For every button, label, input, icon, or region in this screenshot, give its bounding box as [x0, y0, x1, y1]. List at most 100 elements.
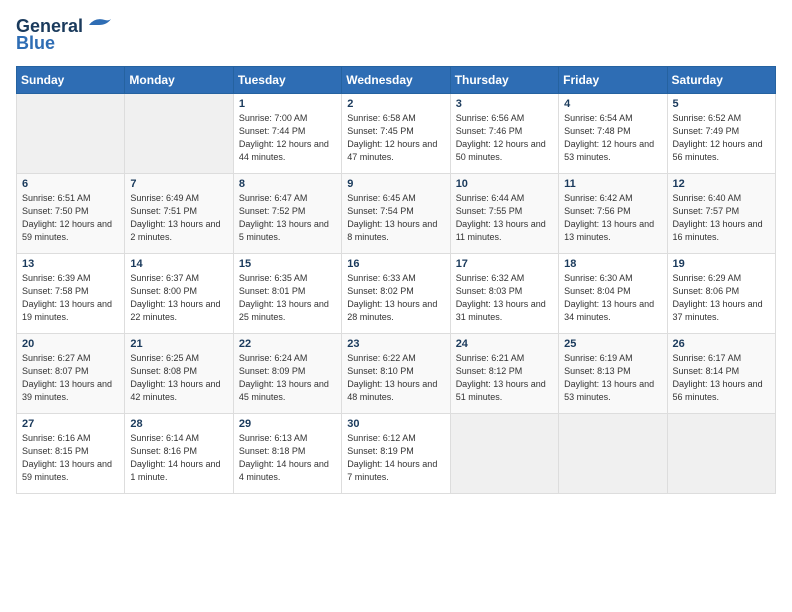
weekday-header-wednesday: Wednesday — [342, 67, 450, 94]
day-info: Sunrise: 6:32 AMSunset: 8:03 PMDaylight:… — [456, 273, 546, 322]
day-number: 12 — [673, 178, 770, 190]
weekday-header-saturday: Saturday — [667, 67, 775, 94]
calendar-cell: 29 Sunrise: 6:13 AMSunset: 8:18 PMDaylig… — [233, 414, 341, 494]
calendar-table: SundayMondayTuesdayWednesdayThursdayFrid… — [16, 66, 776, 494]
calendar-cell: 20 Sunrise: 6:27 AMSunset: 8:07 PMDaylig… — [17, 334, 125, 414]
calendar-cell: 26 Sunrise: 6:17 AMSunset: 8:14 PMDaylig… — [667, 334, 775, 414]
day-info: Sunrise: 6:13 AMSunset: 8:18 PMDaylight:… — [239, 433, 329, 482]
calendar-cell — [667, 414, 775, 494]
calendar-cell: 4 Sunrise: 6:54 AMSunset: 7:48 PMDayligh… — [559, 94, 667, 174]
calendar-cell: 6 Sunrise: 6:51 AMSunset: 7:50 PMDayligh… — [17, 174, 125, 254]
calendar-cell: 28 Sunrise: 6:14 AMSunset: 8:16 PMDaylig… — [125, 414, 233, 494]
day-number: 26 — [673, 338, 770, 350]
day-number: 25 — [564, 338, 661, 350]
calendar-cell: 16 Sunrise: 6:33 AMSunset: 8:02 PMDaylig… — [342, 254, 450, 334]
day-info: Sunrise: 6:58 AMSunset: 7:45 PMDaylight:… — [347, 113, 437, 162]
weekday-header-tuesday: Tuesday — [233, 67, 341, 94]
calendar-cell: 30 Sunrise: 6:12 AMSunset: 8:19 PMDaylig… — [342, 414, 450, 494]
calendar-cell: 13 Sunrise: 6:39 AMSunset: 7:58 PMDaylig… — [17, 254, 125, 334]
day-info: Sunrise: 6:37 AMSunset: 8:00 PMDaylight:… — [130, 273, 220, 322]
day-number: 23 — [347, 338, 444, 350]
calendar-cell: 9 Sunrise: 6:45 AMSunset: 7:54 PMDayligh… — [342, 174, 450, 254]
day-number: 11 — [564, 178, 661, 190]
calendar-cell: 12 Sunrise: 6:40 AMSunset: 7:57 PMDaylig… — [667, 174, 775, 254]
day-number: 28 — [130, 418, 227, 430]
day-info: Sunrise: 6:44 AMSunset: 7:55 PMDaylight:… — [456, 193, 546, 242]
logo-blue: Blue — [16, 33, 55, 54]
day-info: Sunrise: 6:45 AMSunset: 7:54 PMDaylight:… — [347, 193, 437, 242]
day-number: 22 — [239, 338, 336, 350]
weekday-header-sunday: Sunday — [17, 67, 125, 94]
calendar-cell: 25 Sunrise: 6:19 AMSunset: 8:13 PMDaylig… — [559, 334, 667, 414]
calendar-cell: 14 Sunrise: 6:37 AMSunset: 8:00 PMDaylig… — [125, 254, 233, 334]
day-info: Sunrise: 6:35 AMSunset: 8:01 PMDaylight:… — [239, 273, 329, 322]
calendar-cell: 11 Sunrise: 6:42 AMSunset: 7:56 PMDaylig… — [559, 174, 667, 254]
day-info: Sunrise: 6:24 AMSunset: 8:09 PMDaylight:… — [239, 353, 329, 402]
day-info: Sunrise: 6:30 AMSunset: 8:04 PMDaylight:… — [564, 273, 654, 322]
day-number: 10 — [456, 178, 553, 190]
day-info: Sunrise: 6:19 AMSunset: 8:13 PMDaylight:… — [564, 353, 654, 402]
day-info: Sunrise: 6:51 AMSunset: 7:50 PMDaylight:… — [22, 193, 112, 242]
calendar-cell: 27 Sunrise: 6:16 AMSunset: 8:15 PMDaylig… — [17, 414, 125, 494]
day-info: Sunrise: 6:16 AMSunset: 8:15 PMDaylight:… — [22, 433, 112, 482]
day-number: 7 — [130, 178, 227, 190]
logo-bird-icon — [85, 17, 113, 33]
calendar-cell: 10 Sunrise: 6:44 AMSunset: 7:55 PMDaylig… — [450, 174, 558, 254]
weekday-header-friday: Friday — [559, 67, 667, 94]
calendar-cell: 8 Sunrise: 6:47 AMSunset: 7:52 PMDayligh… — [233, 174, 341, 254]
calendar-cell: 3 Sunrise: 6:56 AMSunset: 7:46 PMDayligh… — [450, 94, 558, 174]
calendar-cell: 15 Sunrise: 6:35 AMSunset: 8:01 PMDaylig… — [233, 254, 341, 334]
weekday-header-thursday: Thursday — [450, 67, 558, 94]
day-number: 19 — [673, 258, 770, 270]
day-number: 1 — [239, 98, 336, 110]
weekday-header-row: SundayMondayTuesdayWednesdayThursdayFrid… — [17, 67, 776, 94]
calendar-cell: 24 Sunrise: 6:21 AMSunset: 8:12 PMDaylig… — [450, 334, 558, 414]
page: General Blue SundayMondayTuesdayWednesda… — [0, 0, 792, 612]
day-number: 18 — [564, 258, 661, 270]
calendar-cell: 23 Sunrise: 6:22 AMSunset: 8:10 PMDaylig… — [342, 334, 450, 414]
calendar-cell: 17 Sunrise: 6:32 AMSunset: 8:03 PMDaylig… — [450, 254, 558, 334]
calendar-week-5: 27 Sunrise: 6:16 AMSunset: 8:15 PMDaylig… — [17, 414, 776, 494]
day-info: Sunrise: 6:40 AMSunset: 7:57 PMDaylight:… — [673, 193, 763, 242]
day-number: 13 — [22, 258, 119, 270]
day-info: Sunrise: 6:22 AMSunset: 8:10 PMDaylight:… — [347, 353, 437, 402]
calendar-week-3: 13 Sunrise: 6:39 AMSunset: 7:58 PMDaylig… — [17, 254, 776, 334]
header: General Blue — [16, 16, 776, 54]
calendar-cell: 21 Sunrise: 6:25 AMSunset: 8:08 PMDaylig… — [125, 334, 233, 414]
day-info: Sunrise: 6:49 AMSunset: 7:51 PMDaylight:… — [130, 193, 220, 242]
calendar-cell — [17, 94, 125, 174]
day-number: 5 — [673, 98, 770, 110]
day-number: 2 — [347, 98, 444, 110]
calendar-cell — [450, 414, 558, 494]
day-info: Sunrise: 6:29 AMSunset: 8:06 PMDaylight:… — [673, 273, 763, 322]
day-number: 15 — [239, 258, 336, 270]
day-number: 6 — [22, 178, 119, 190]
calendar-cell: 5 Sunrise: 6:52 AMSunset: 7:49 PMDayligh… — [667, 94, 775, 174]
day-number: 30 — [347, 418, 444, 430]
day-number: 8 — [239, 178, 336, 190]
day-info: Sunrise: 6:33 AMSunset: 8:02 PMDaylight:… — [347, 273, 437, 322]
calendar-cell: 19 Sunrise: 6:29 AMSunset: 8:06 PMDaylig… — [667, 254, 775, 334]
day-number: 16 — [347, 258, 444, 270]
day-info: Sunrise: 6:17 AMSunset: 8:14 PMDaylight:… — [673, 353, 763, 402]
day-number: 4 — [564, 98, 661, 110]
day-info: Sunrise: 6:54 AMSunset: 7:48 PMDaylight:… — [564, 113, 654, 162]
day-number: 29 — [239, 418, 336, 430]
day-info: Sunrise: 6:12 AMSunset: 8:19 PMDaylight:… — [347, 433, 437, 482]
calendar-week-2: 6 Sunrise: 6:51 AMSunset: 7:50 PMDayligh… — [17, 174, 776, 254]
calendar-cell: 18 Sunrise: 6:30 AMSunset: 8:04 PMDaylig… — [559, 254, 667, 334]
calendar-cell: 7 Sunrise: 6:49 AMSunset: 7:51 PMDayligh… — [125, 174, 233, 254]
calendar-cell — [125, 94, 233, 174]
day-info: Sunrise: 6:56 AMSunset: 7:46 PMDaylight:… — [456, 113, 546, 162]
day-info: Sunrise: 6:21 AMSunset: 8:12 PMDaylight:… — [456, 353, 546, 402]
day-number: 24 — [456, 338, 553, 350]
day-info: Sunrise: 6:42 AMSunset: 7:56 PMDaylight:… — [564, 193, 654, 242]
calendar-cell — [559, 414, 667, 494]
calendar-week-4: 20 Sunrise: 6:27 AMSunset: 8:07 PMDaylig… — [17, 334, 776, 414]
day-info: Sunrise: 6:25 AMSunset: 8:08 PMDaylight:… — [130, 353, 220, 402]
day-number: 17 — [456, 258, 553, 270]
day-number: 27 — [22, 418, 119, 430]
calendar-cell: 2 Sunrise: 6:58 AMSunset: 7:45 PMDayligh… — [342, 94, 450, 174]
day-info: Sunrise: 6:39 AMSunset: 7:58 PMDaylight:… — [22, 273, 112, 322]
calendar-cell: 22 Sunrise: 6:24 AMSunset: 8:09 PMDaylig… — [233, 334, 341, 414]
